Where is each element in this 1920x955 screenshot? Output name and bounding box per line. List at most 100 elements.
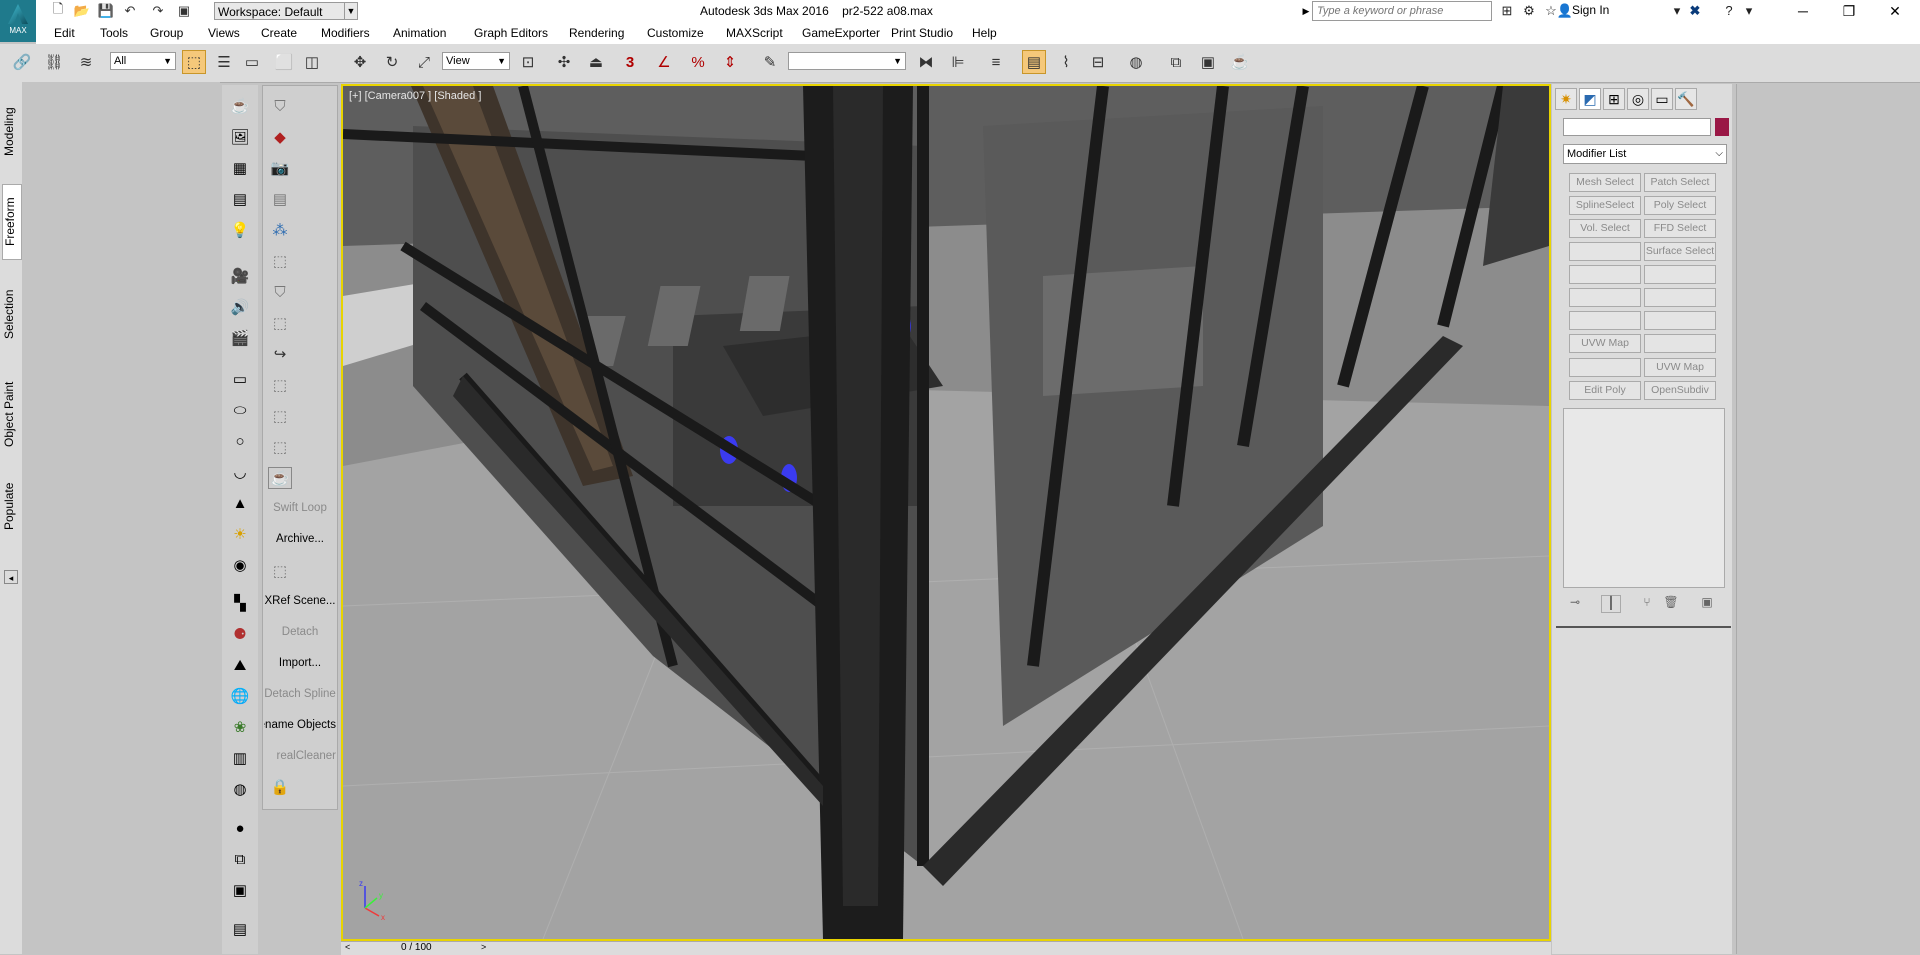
menu-customize[interactable]: Customize	[647, 26, 704, 40]
select-and-rotate-icon[interactable]: ↻	[380, 50, 404, 74]
spinner-snap-icon[interactable]: ⇕	[718, 50, 742, 74]
configure-modifier-sets-icon[interactable]: ▣	[1697, 595, 1717, 613]
mod-btn-empty[interactable]	[1569, 358, 1641, 377]
plane-icon[interactable]: ▭	[229, 368, 251, 390]
redo-arrow-icon[interactable]: ↪	[268, 343, 292, 365]
named-selection-sets-select[interactable]: ▼	[788, 52, 906, 70]
camera-viewport[interactable]: z x y [+] [Camera007 ] [Shaded ]	[341, 84, 1551, 941]
camera-reel-icon[interactable]: 🎥	[229, 265, 251, 287]
archive-button[interactable]: Archive...	[264, 533, 336, 545]
render-production-icon[interactable]: ☕	[1228, 50, 1252, 74]
xref-scene-button[interactable]: XRef Scene...	[264, 595, 336, 607]
sphere-icon[interactable]: ○	[229, 430, 251, 452]
mod-btn-empty[interactable]	[1569, 311, 1641, 330]
modifier-stack[interactable]	[1563, 408, 1725, 588]
foliage-icon[interactable]: ❀	[229, 716, 251, 738]
window-toggle-icon[interactable]: ◫	[300, 50, 324, 74]
import-button[interactable]: Import...	[264, 657, 336, 669]
mirror-icon[interactable]: ⧓	[914, 50, 938, 74]
menu-graph-editors[interactable]: Graph Editors	[474, 26, 548, 40]
curve-editor-icon[interactable]: ⌇	[1054, 50, 1078, 74]
unlink-icon[interactable]: ⛓	[42, 50, 66, 74]
remove-modifier-icon[interactable]: 🗑	[1661, 595, 1681, 613]
tab-modeling[interactable]: Modeling	[2, 100, 20, 164]
scene-explorer-icon[interactable]: ▤	[1022, 50, 1046, 74]
cube-outline-icon[interactable]: ⬚	[268, 312, 292, 334]
stairs-icon[interactable]: ▚	[229, 592, 251, 614]
globe-icon[interactable]: 🌐	[229, 685, 251, 707]
reference-coordinate-select[interactable]: View ▼	[442, 52, 510, 70]
mod-btn-edit-poly[interactable]: Edit Poly	[1569, 381, 1641, 400]
mod-btn-ffd-select[interactable]: FFD Select	[1644, 219, 1716, 238]
rendered-frame-window-icon[interactable]: ▣	[1196, 50, 1220, 74]
save-file-icon[interactable]: 💾	[98, 3, 114, 19]
pivot-center-icon[interactable]: ⊡	[516, 50, 540, 74]
binoculars-icon[interactable]: ⊞	[1498, 3, 1516, 19]
select-manipulate-icon[interactable]: ✣	[552, 50, 576, 74]
particles-icon[interactable]: ⁂	[268, 219, 292, 241]
bind-to-space-warp-icon[interactable]: ≋	[74, 50, 98, 74]
teapot-frame-icon[interactable]: ☕	[268, 467, 292, 489]
open-file-icon[interactable]: 📂	[74, 3, 90, 19]
render-frame-icon[interactable]: ⧉	[229, 848, 251, 870]
menu-modifiers[interactable]: Modifiers	[321, 26, 370, 40]
help-icon[interactable]: ?	[1720, 3, 1738, 19]
detach-spline-button[interactable]: Detach Spline	[264, 688, 336, 700]
mod-btn-empty[interactable]	[1569, 265, 1641, 284]
menu-animation[interactable]: Animation	[393, 26, 446, 40]
cube-gray-icon[interactable]: ⬚	[268, 560, 292, 582]
manage-layers-icon[interactable]: ≡	[984, 50, 1008, 74]
mod-btn-uvw-map-2[interactable]: UVW Map	[1644, 358, 1716, 377]
texture-sphere-icon[interactable]: ◍	[229, 778, 251, 800]
mod-btn-empty[interactable]	[1644, 334, 1716, 353]
help-dropdown-icon[interactable]: ▾	[1740, 3, 1758, 19]
mod-btn-poly-select[interactable]: Poly Select	[1644, 196, 1716, 215]
mod-btn-empty[interactable]	[1644, 288, 1716, 307]
redo-icon[interactable]: ↷	[150, 3, 166, 19]
mod-btn-empty[interactable]	[1569, 242, 1641, 261]
rename-objects-button[interactable]: Rename Objects	[264, 719, 336, 731]
realcleaner-button[interactable]: realCleaner	[264, 750, 336, 762]
angle-snap-icon[interactable]: ∠	[652, 50, 676, 74]
menu-print-studio[interactable]: Print Studio	[891, 26, 953, 40]
select-object-icon[interactable]: ⬚	[182, 50, 206, 74]
cube-plus-icon[interactable]: ⬚	[268, 405, 292, 427]
menu-edit[interactable]: Edit	[54, 26, 75, 40]
align-icon[interactable]: ⊫	[946, 50, 970, 74]
mod-btn-surface-select[interactable]: Surface Select	[1644, 242, 1716, 261]
project-folder-icon[interactable]: ▣	[176, 3, 192, 19]
create-tab-icon[interactable]: ✷	[1555, 88, 1577, 110]
cone-icon[interactable]: ▲	[229, 492, 251, 514]
menu-tools[interactable]: Tools	[100, 26, 128, 40]
movie-camera-icon[interactable]: 🎬	[229, 327, 251, 349]
mod-btn-patch-select[interactable]: Patch Select	[1644, 173, 1716, 192]
cube-minus-icon[interactable]: ⬚	[268, 436, 292, 458]
sign-in-button[interactable]: Sign In	[1572, 3, 1609, 17]
new-file-icon[interactable]: 🗋	[50, 1, 66, 19]
mod-btn-opensubdiv[interactable]: OpenSubdiv	[1644, 381, 1716, 400]
percent-snap-icon[interactable]: %	[686, 50, 710, 74]
tab-freeform[interactable]: Freeform	[2, 184, 22, 260]
display-tab-icon[interactable]: ▭	[1651, 88, 1673, 110]
search-input[interactable]	[1312, 1, 1492, 21]
workspace-dropdown-arrow[interactable]: ▼	[344, 2, 358, 20]
undo-icon[interactable]: ↶	[122, 3, 138, 19]
time-slider[interactable]: < 0 / 100 >	[341, 941, 1551, 955]
modify-tab-icon[interactable]: ◩	[1579, 88, 1601, 110]
snaps-toggle-icon[interactable]: 3	[618, 50, 642, 74]
make-unique-icon[interactable]: ⑂	[1637, 595, 1657, 613]
cloth-icon[interactable]: ⛰	[229, 654, 251, 676]
cube-x-icon[interactable]: ⬚	[268, 374, 292, 396]
select-by-name-icon[interactable]: ☰	[212, 50, 236, 74]
edit-named-selection-icon[interactable]: ✎	[758, 50, 782, 74]
time-slider-next-icon[interactable]: >	[481, 942, 495, 955]
light-bulb-icon[interactable]: 💡	[229, 219, 251, 241]
exchange-icon[interactable]: ✖	[1686, 3, 1704, 19]
subscription-icon[interactable]: ⚙	[1520, 3, 1538, 19]
search-expand-icon[interactable]: ▶	[1300, 0, 1312, 22]
menu-group[interactable]: Group	[150, 26, 183, 40]
swift-loop-button[interactable]: Swift Loop	[264, 502, 336, 514]
colored-gem-icon[interactable]: ◆	[268, 126, 292, 148]
menu-gameexporter[interactable]: GameExporter	[802, 26, 880, 40]
selection-filter-select[interactable]: All ▼	[110, 52, 176, 70]
